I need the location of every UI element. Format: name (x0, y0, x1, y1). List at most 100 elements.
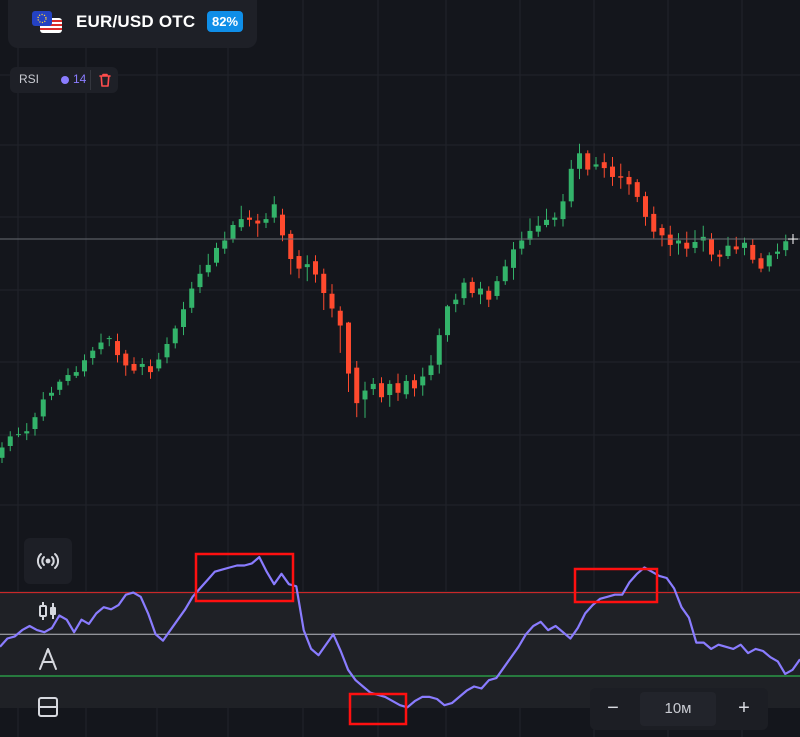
signals-button[interactable] (24, 538, 72, 584)
indicator-chip-rsi[interactable]: RSI 14 (10, 67, 118, 93)
candle-body (247, 217, 252, 220)
candle-body (783, 241, 789, 251)
timeframe-zoom-control: − 10м + (590, 688, 768, 730)
candle-body (16, 434, 21, 436)
trash-icon[interactable] (96, 71, 114, 89)
indicator-period: 14 (73, 72, 87, 86)
candle-body (370, 383, 376, 390)
candle-body (634, 182, 640, 197)
candle-body (156, 359, 162, 369)
candle-body (618, 176, 624, 178)
candle-body (123, 353, 129, 366)
candle-body (585, 153, 591, 170)
candle-body (288, 233, 294, 259)
signals-icon (36, 553, 60, 569)
trading-chart[interactable] (0, 0, 800, 737)
candle-body (428, 365, 434, 376)
candles-icon (39, 602, 56, 620)
candle-body (651, 213, 657, 232)
candle-body (486, 290, 492, 300)
layout-icon (38, 697, 58, 717)
asset-selector[interactable]: EUR/USD OTC 82% (8, 0, 257, 48)
candle-body (593, 164, 599, 167)
candle-body (362, 390, 368, 400)
zoom-out-button[interactable]: − (598, 696, 628, 722)
candle-body (337, 310, 343, 326)
candle-body (403, 380, 409, 395)
candle-body (750, 244, 756, 260)
candle-body (461, 282, 467, 299)
candle-body (758, 258, 764, 269)
candle-body (626, 176, 632, 185)
candle-body (263, 219, 269, 223)
chart-type-button[interactable] (24, 588, 72, 634)
candle-body (535, 225, 541, 232)
candle-body (313, 261, 318, 275)
candle-body (230, 225, 236, 240)
candle-body (32, 417, 38, 429)
candle-body (469, 281, 475, 293)
candle-body (684, 242, 690, 249)
candle-body (420, 376, 426, 386)
candle-body (379, 383, 384, 398)
candle-body (304, 264, 310, 268)
payout-badge: 82% (207, 11, 244, 32)
candle-body (280, 214, 285, 236)
candle-body (189, 288, 195, 308)
candle-body (296, 256, 302, 269)
candle-body (49, 392, 54, 396)
candle-body (568, 168, 574, 202)
candle-body (577, 153, 582, 169)
candlestick-series (0, 143, 789, 463)
candle-body (494, 281, 500, 296)
candle-body (453, 299, 459, 305)
drawing-tools-icon (39, 648, 57, 670)
candle-body (478, 288, 483, 295)
candle-body (519, 240, 525, 249)
candle-body (7, 436, 13, 446)
asset-name: EUR/USD OTC (76, 12, 196, 31)
candle-body (775, 251, 780, 254)
candle-body (172, 328, 178, 344)
candle-body (395, 383, 401, 393)
candle-body (502, 266, 508, 282)
price-marker (788, 234, 798, 245)
candle-body (733, 246, 739, 250)
candle-body (205, 264, 211, 273)
candle-body (90, 350, 96, 359)
candle-body (214, 247, 219, 263)
candle-body (354, 367, 360, 404)
candle-body (643, 196, 648, 217)
candle-body (676, 240, 681, 244)
candle-body (0, 447, 5, 458)
candle-body (131, 363, 137, 371)
candle-body (346, 322, 351, 374)
candle-body (73, 372, 79, 376)
candle-body (82, 360, 87, 372)
candle-body (742, 242, 747, 248)
indicator-color-dot (61, 76, 69, 84)
candle-body (222, 240, 228, 249)
timeframe-label[interactable]: 10м (640, 692, 716, 726)
candle-body (115, 341, 120, 356)
layout-button[interactable] (24, 684, 72, 730)
drawing-tools-button[interactable] (24, 636, 72, 682)
candle-body (238, 219, 244, 228)
candle-body (197, 273, 203, 288)
candle-body (544, 219, 549, 225)
candle-body (40, 399, 46, 417)
chip-divider (90, 70, 91, 90)
candle-body (98, 342, 104, 350)
candle-body (560, 201, 566, 220)
candle-body (717, 254, 723, 257)
candle-body (271, 204, 277, 218)
candle-body (387, 383, 393, 395)
candle-body (511, 249, 516, 268)
candle-body (527, 230, 533, 240)
candle-body (148, 366, 153, 373)
candle-body (436, 335, 442, 365)
zoom-in-button[interactable]: + (729, 696, 759, 722)
eu-us-flag-icon (32, 11, 62, 33)
candle-body (57, 381, 63, 390)
candle-body (659, 227, 665, 236)
